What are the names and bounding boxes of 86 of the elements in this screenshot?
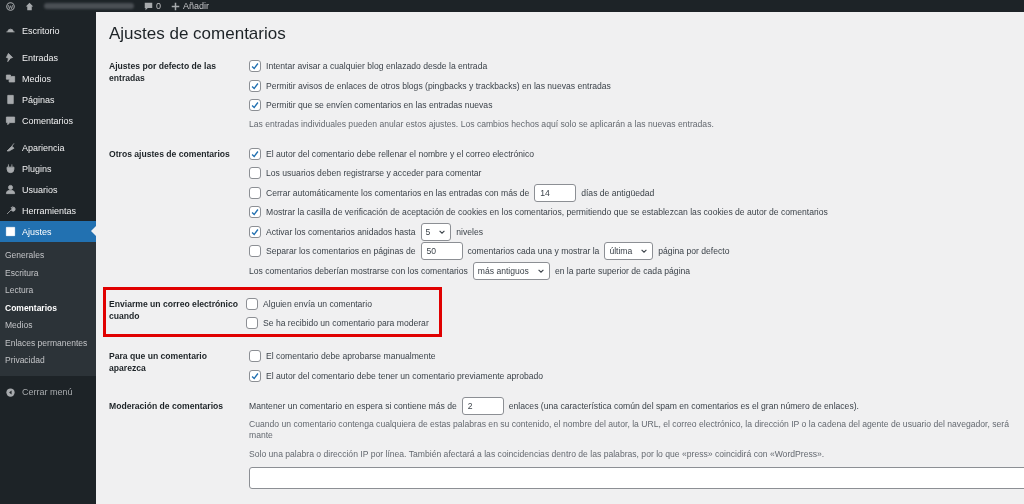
section-label: Moderación de comentarios — [109, 399, 225, 413]
sidebar-item[interactable]: Ajustes — [0, 221, 96, 242]
number-field[interactable]: 14 — [534, 183, 577, 202]
option-label: El autor del comentario debe tener un comentario previamente aprobado — [266, 370, 544, 381]
menu-item-icon — [5, 205, 16, 216]
menu-item-icon — [5, 163, 16, 174]
comments-link[interactable]: 0 — [144, 1, 161, 11]
submenu-item[interactable]: Generales — [0, 247, 96, 265]
option-label: enlaces (una característica común del spam en comentarios es el gran número de enlaces). — [508, 400, 859, 411]
submenu-item[interactable]: Lectura — [0, 282, 96, 300]
menu-item-icon — [5, 94, 16, 105]
sidebar-item[interactable]: Comentarios — [0, 110, 96, 131]
option-label: Alguien envía un comentario — [263, 298, 372, 309]
checkbox[interactable] — [246, 317, 258, 329]
sidebar-item[interactable]: Plugins — [0, 158, 96, 179]
description-text: Las entradas individuales pueden anular estos ajustes. Los cambios hechos aquí solo se aplicarán a las nuevas entradas. — [249, 118, 715, 130]
option-label: Intentar avisar a cualquier blog enlazado desde la entrada — [266, 61, 488, 71]
option-label: comentarios cada una y mostrar la — [467, 246, 600, 256]
menu-item-icon — [5, 142, 16, 153]
checkbox[interactable] — [249, 245, 261, 257]
menu-item-icon — [5, 73, 16, 84]
checkbox[interactable] — [249, 186, 261, 199]
section-label: Ajustes por defecto de las entradas — [109, 60, 217, 85]
checkbox[interactable] — [249, 225, 261, 238]
menu-item-icon — [5, 52, 16, 63]
submenu-item[interactable]: Enlaces permanentes — [0, 334, 96, 352]
option-label: El autor del comentario debe rellenar el nombre y el correo electrónico — [266, 148, 534, 159]
checkbox[interactable] — [249, 167, 261, 179]
menu-item-icon — [5, 184, 16, 195]
option-label: Activar los comentarios anidados hasta — [266, 226, 416, 237]
menu-item-icon — [5, 115, 16, 126]
submenu-item[interactable]: Privacidad — [0, 352, 96, 370]
number-field[interactable]: 50 — [420, 242, 463, 260]
checkbox[interactable] — [249, 369, 261, 382]
checkbox[interactable] — [249, 206, 261, 218]
option-label: Cerrar automáticamente los comentarios en las entradas con más de — [266, 187, 530, 198]
section-label: Enviarme un correo electrónico cuando — [109, 297, 239, 323]
chevron-down-icon — [640, 247, 649, 255]
sidebar-item[interactable]: Herramientas — [0, 200, 96, 221]
checkbox[interactable] — [249, 350, 261, 362]
checkbox[interactable] — [249, 60, 261, 72]
option-label: Permitir avisos de enlaces de otros blogs (pingbacks y trackbacks) en las nuevas entradas — [266, 80, 611, 91]
option-label: El comentario debe aprobarse manualmente — [266, 351, 436, 361]
option-label: niveles — [456, 226, 484, 237]
option-label: días de antigüedad — [581, 187, 655, 198]
submenu-item[interactable]: Comentarios — [0, 299, 96, 317]
comment-icon — [144, 1, 153, 11]
sidebar-item[interactable]: Apariencia — [0, 137, 96, 158]
option-label: Los comentarios deberían mostrarse con los comentarios — [249, 265, 468, 276]
dropdown[interactable]: última — [604, 242, 654, 260]
submenu-item[interactable]: Escritura — [0, 264, 96, 282]
collapse-icon — [5, 386, 16, 398]
sidebar-item[interactable]: Escritorio — [0, 20, 96, 41]
checkbox[interactable] — [246, 297, 258, 310]
option-label: Los usuarios deben registrarse y acceder para comentar — [266, 168, 482, 178]
option-label: Mantener un comentario en espera si contiene más de — [249, 400, 457, 411]
option-label: Permitir que se envíen comentarios en las entradas nuevas — [266, 100, 493, 110]
collapse-menu-button[interactable]: Cerrar menú — [0, 381, 96, 403]
description-text: Solo una palabra o dirección IP por línea. También afectará a las coincidencias dentro de las palabras, por lo que «press» coincidirá con «WordPress». — [249, 448, 826, 460]
menu-item-icon — [5, 226, 16, 237]
plus-icon — [171, 1, 180, 11]
checkbox[interactable] — [249, 147, 261, 160]
option-label: Se ha recibido un comentario para moderar — [263, 318, 429, 328]
section-label: Para que un comentario aparezca — [109, 350, 208, 375]
checkbox[interactable] — [249, 79, 261, 92]
number-field[interactable]: 2 — [461, 396, 504, 415]
add-new-link[interactable]: Añadir — [171, 1, 210, 11]
sidebar-item[interactable]: Medios — [0, 68, 96, 89]
option-label: en la parte superior de cada página — [554, 265, 691, 276]
submenu-item[interactable]: Medios — [0, 317, 96, 335]
option-label: página por defecto — [658, 246, 730, 256]
logo-icon[interactable] — [6, 1, 15, 11]
description-text: Cuando un comentario contenga cualquiera de estas palabras en su contenido, el nombre del autor, la URL, el correo electrónico, la dirección IP o la cadena del agente de usuario del navegador, será mante — [249, 419, 1010, 441]
home-icon[interactable] — [25, 1, 34, 11]
sidebar-item[interactable]: Usuarios — [0, 179, 96, 200]
option-label: Separar los comentarios en páginas de — [266, 246, 416, 256]
section-label: Otros ajustes de comentarios — [109, 147, 231, 161]
text-area[interactable] — [249, 467, 1024, 489]
option-label: Mostrar la casilla de verificación de aceptación de cookies en los comentarios, permitiendo que se establezcan las cookies de autor de comentarios — [266, 207, 828, 217]
sidebar-item[interactable]: Entradas — [0, 47, 96, 68]
dropdown[interactable]: más antiguos — [472, 261, 550, 280]
dropdown[interactable]: 5 — [420, 222, 452, 241]
sidebar-item[interactable]: Páginas — [0, 89, 96, 110]
menu-item-icon — [5, 25, 16, 36]
checkbox[interactable] — [249, 99, 261, 111]
page-title: Ajustes de comentarios — [109, 24, 287, 44]
